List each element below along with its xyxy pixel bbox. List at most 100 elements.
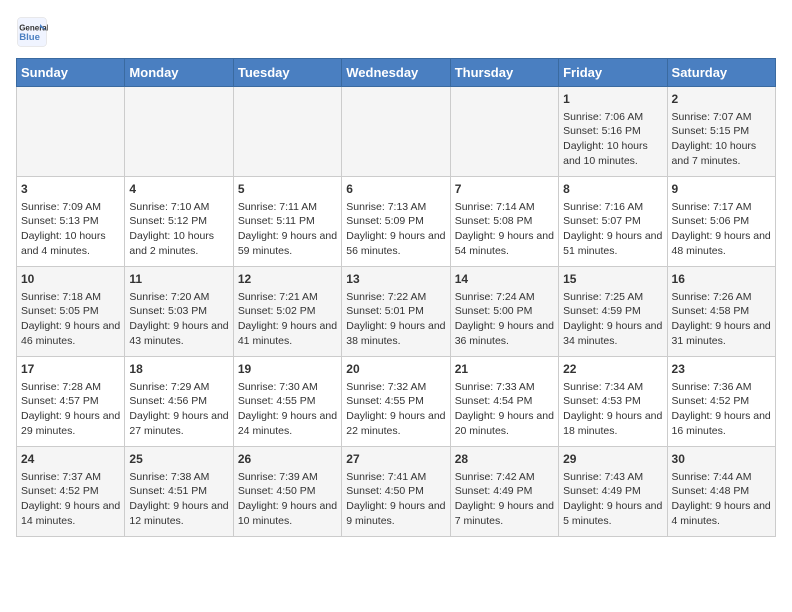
day-info: Daylight: 9 hours and 59 minutes.	[238, 229, 337, 258]
day-number: 15	[563, 271, 662, 288]
day-info: Sunrise: 7:43 AM	[563, 470, 662, 485]
day-info: Sunset: 4:50 PM	[346, 484, 445, 499]
calendar-week-row: 1Sunrise: 7:06 AMSunset: 5:16 PMDaylight…	[17, 87, 776, 177]
weekday-header-thursday: Thursday	[450, 59, 558, 87]
day-info: Daylight: 9 hours and 27 minutes.	[129, 409, 228, 438]
day-info: Daylight: 9 hours and 51 minutes.	[563, 229, 662, 258]
day-info: Daylight: 9 hours and 22 minutes.	[346, 409, 445, 438]
day-number: 27	[346, 451, 445, 468]
day-number: 4	[129, 181, 228, 198]
day-number: 30	[672, 451, 771, 468]
day-info: Sunrise: 7:21 AM	[238, 290, 337, 305]
day-info: Daylight: 9 hours and 34 minutes.	[563, 319, 662, 348]
day-info: Daylight: 9 hours and 12 minutes.	[129, 499, 228, 528]
calendar-cell: 28Sunrise: 7:42 AMSunset: 4:49 PMDayligh…	[450, 447, 558, 537]
day-info: Sunset: 4:56 PM	[129, 394, 228, 409]
weekday-header-row: SundayMondayTuesdayWednesdayThursdayFrid…	[17, 59, 776, 87]
calendar-cell: 21Sunrise: 7:33 AMSunset: 4:54 PMDayligh…	[450, 357, 558, 447]
day-info: Daylight: 9 hours and 20 minutes.	[455, 409, 554, 438]
calendar-cell: 26Sunrise: 7:39 AMSunset: 4:50 PMDayligh…	[233, 447, 341, 537]
day-info: Sunrise: 7:42 AM	[455, 470, 554, 485]
day-info: Daylight: 9 hours and 16 minutes.	[672, 409, 771, 438]
day-number: 7	[455, 181, 554, 198]
weekday-header-tuesday: Tuesday	[233, 59, 341, 87]
calendar-cell: 8Sunrise: 7:16 AMSunset: 5:07 PMDaylight…	[559, 177, 667, 267]
weekday-header-sunday: Sunday	[17, 59, 125, 87]
day-info: Sunset: 5:06 PM	[672, 214, 771, 229]
day-info: Sunrise: 7:37 AM	[21, 470, 120, 485]
calendar-cell: 14Sunrise: 7:24 AMSunset: 5:00 PMDayligh…	[450, 267, 558, 357]
calendar-cell	[450, 87, 558, 177]
day-info: Sunrise: 7:34 AM	[563, 380, 662, 395]
calendar-cell	[233, 87, 341, 177]
day-info: Sunset: 5:09 PM	[346, 214, 445, 229]
svg-text:Blue: Blue	[19, 32, 40, 43]
calendar-week-row: 24Sunrise: 7:37 AMSunset: 4:52 PMDayligh…	[17, 447, 776, 537]
day-info: Sunset: 5:16 PM	[563, 124, 662, 139]
day-info: Daylight: 9 hours and 56 minutes.	[346, 229, 445, 258]
day-info: Daylight: 9 hours and 54 minutes.	[455, 229, 554, 258]
day-info: Sunset: 5:13 PM	[21, 214, 120, 229]
logo: General Blue	[16, 16, 52, 48]
day-info: Sunset: 5:15 PM	[672, 124, 771, 139]
day-number: 5	[238, 181, 337, 198]
day-info: Sunset: 4:51 PM	[129, 484, 228, 499]
day-info: Sunrise: 7:25 AM	[563, 290, 662, 305]
day-info: Sunset: 5:11 PM	[238, 214, 337, 229]
day-info: Sunrise: 7:30 AM	[238, 380, 337, 395]
day-info: Daylight: 10 hours and 7 minutes.	[672, 139, 771, 168]
day-info: Daylight: 9 hours and 9 minutes.	[346, 499, 445, 528]
day-info: Daylight: 10 hours and 10 minutes.	[563, 139, 662, 168]
weekday-header-friday: Friday	[559, 59, 667, 87]
day-info: Sunrise: 7:20 AM	[129, 290, 228, 305]
calendar-cell: 9Sunrise: 7:17 AMSunset: 5:06 PMDaylight…	[667, 177, 775, 267]
day-info: Sunset: 5:01 PM	[346, 304, 445, 319]
day-info: Sunrise: 7:16 AM	[563, 200, 662, 215]
day-number: 3	[21, 181, 120, 198]
day-info: Daylight: 9 hours and 38 minutes.	[346, 319, 445, 348]
day-info: Sunrise: 7:09 AM	[21, 200, 120, 215]
day-number: 6	[346, 181, 445, 198]
day-number: 8	[563, 181, 662, 198]
calendar-cell: 18Sunrise: 7:29 AMSunset: 4:56 PMDayligh…	[125, 357, 233, 447]
calendar-cell	[342, 87, 450, 177]
day-info: Sunrise: 7:10 AM	[129, 200, 228, 215]
day-number: 21	[455, 361, 554, 378]
day-info: Daylight: 10 hours and 2 minutes.	[129, 229, 228, 258]
calendar-cell: 7Sunrise: 7:14 AMSunset: 5:08 PMDaylight…	[450, 177, 558, 267]
weekday-header-monday: Monday	[125, 59, 233, 87]
day-number: 13	[346, 271, 445, 288]
day-info: Daylight: 9 hours and 36 minutes.	[455, 319, 554, 348]
day-info: Sunset: 5:02 PM	[238, 304, 337, 319]
day-number: 10	[21, 271, 120, 288]
weekday-header-saturday: Saturday	[667, 59, 775, 87]
day-info: Sunset: 4:54 PM	[455, 394, 554, 409]
day-number: 22	[563, 361, 662, 378]
day-info: Sunset: 4:48 PM	[672, 484, 771, 499]
day-info: Sunrise: 7:06 AM	[563, 110, 662, 125]
day-info: Daylight: 9 hours and 5 minutes.	[563, 499, 662, 528]
day-info: Sunrise: 7:11 AM	[238, 200, 337, 215]
calendar-cell: 29Sunrise: 7:43 AMSunset: 4:49 PMDayligh…	[559, 447, 667, 537]
calendar-table: SundayMondayTuesdayWednesdayThursdayFrid…	[16, 58, 776, 537]
day-info: Daylight: 9 hours and 24 minutes.	[238, 409, 337, 438]
calendar-cell: 30Sunrise: 7:44 AMSunset: 4:48 PMDayligh…	[667, 447, 775, 537]
day-info: Sunrise: 7:18 AM	[21, 290, 120, 305]
day-info: Sunrise: 7:14 AM	[455, 200, 554, 215]
day-number: 14	[455, 271, 554, 288]
day-number: 26	[238, 451, 337, 468]
day-number: 2	[672, 91, 771, 108]
calendar-cell: 25Sunrise: 7:38 AMSunset: 4:51 PMDayligh…	[125, 447, 233, 537]
day-number: 1	[563, 91, 662, 108]
day-info: Sunset: 4:55 PM	[346, 394, 445, 409]
day-info: Sunrise: 7:22 AM	[346, 290, 445, 305]
day-info: Sunrise: 7:29 AM	[129, 380, 228, 395]
calendar-week-row: 17Sunrise: 7:28 AMSunset: 4:57 PMDayligh…	[17, 357, 776, 447]
day-info: Daylight: 9 hours and 43 minutes.	[129, 319, 228, 348]
calendar-cell: 2 Sunrise: 7:07 AMSunset: 5:15 PMDaylight…	[667, 87, 775, 177]
calendar-cell: 16Sunrise: 7:26 AMSunset: 4:58 PMDayligh…	[667, 267, 775, 357]
day-info: Sunset: 4:59 PM	[563, 304, 662, 319]
day-info: Sunset: 5:00 PM	[455, 304, 554, 319]
day-number: 12	[238, 271, 337, 288]
day-info: Sunrise: 7:07 AM	[672, 110, 771, 125]
